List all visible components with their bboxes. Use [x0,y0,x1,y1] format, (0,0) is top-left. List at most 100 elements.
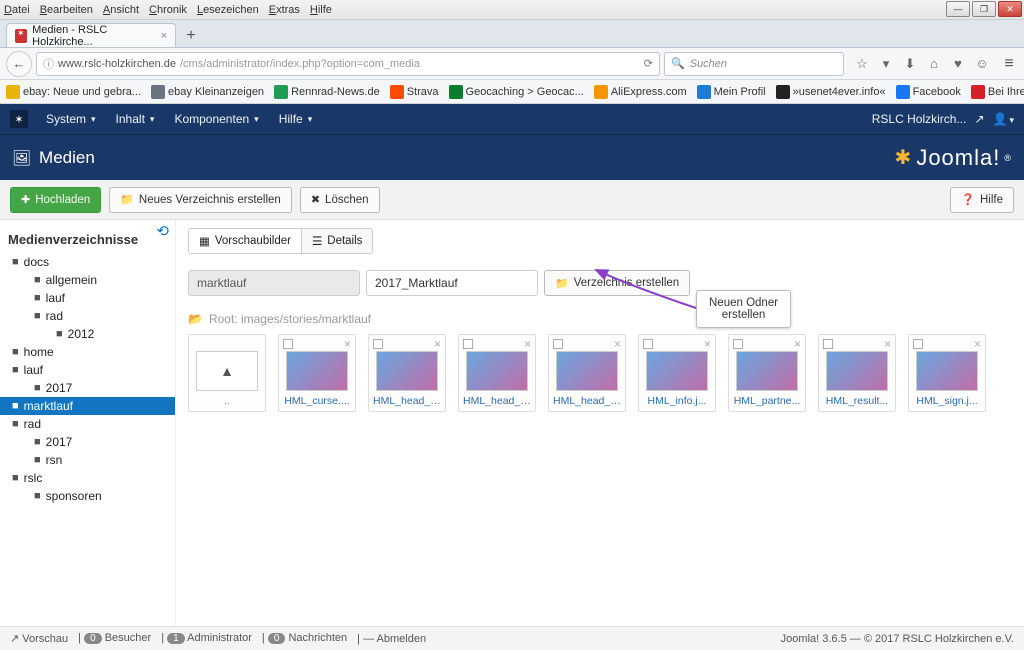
tree-node[interactable]: ■2017 [0,433,175,451]
view-details-tab[interactable]: ☰Details [302,229,372,253]
url-bar[interactable]: ⓘ www.rslc-holzkirchen.de/cms/administra… [36,52,660,76]
browser-search-input[interactable]: 🔍 Suchen [664,52,844,76]
thumb-checkbox[interactable] [913,339,923,349]
bookmark-item[interactable]: ebay Kleinanzeigen [151,85,264,99]
thumb-delete-icon[interactable]: × [794,337,801,351]
bookmark-item[interactable]: AliExpress.com [594,85,687,99]
bookmark-item[interactable]: ebay: Neue und gebra... [6,85,141,99]
upload-button[interactable]: ✚Hochladen [10,187,101,213]
tree-node[interactable]: ■marktlauf [0,397,175,415]
media-thumbnail[interactable]: ×HML_head_3... [548,334,626,412]
menu-system[interactable]: System [38,112,104,126]
download-icon[interactable]: ⬇ [902,56,918,72]
site-name[interactable]: RSLC Holzkirch... [872,112,967,126]
media-thumbnail[interactable]: ×HML_result... [818,334,896,412]
external-link-icon[interactable]: ↗ [974,112,984,126]
thumb-checkbox[interactable] [283,339,293,349]
media-thumbnail[interactable]: ×HML_curse.... [278,334,356,412]
joomla-logo-icon[interactable]: ✶ [10,110,28,128]
view-thumbnails-tab[interactable]: ▦Vorschaubilder [189,229,302,253]
tree-node[interactable]: ■rad [0,415,175,433]
thumb-caption: HML_head_1... [373,395,441,407]
menu-bearbeiten[interactable]: Bearbeiten [40,4,93,16]
new-folder-button[interactable]: 📁Neues Verzeichnis erstellen [109,187,292,213]
hamburger-menu-button[interactable]: ≡ [1000,55,1018,73]
thumb-checkbox[interactable] [553,339,563,349]
menu-ansicht[interactable]: Ansicht [103,4,139,16]
home-icon[interactable]: ⌂ [926,56,942,72]
tree-node[interactable]: ■rsn [0,451,175,469]
search-placeholder: Suchen [690,58,727,70]
tree-node[interactable]: ■lauf [0,289,175,307]
url-domain: www.rslc-holzkirchen.de [58,58,176,70]
browser-tab[interactable]: Medien - RSLC Holzkirche... × [6,23,176,47]
logout-link[interactable]: | — Abmelden [357,633,426,645]
media-thumbnail[interactable]: ×HML_partne... [728,334,806,412]
joomla-top-menu: ✶ System Inhalt Komponenten Hilfe RSLC H… [0,104,1024,134]
bookmark-item[interactable]: Strava [390,85,439,99]
bookmark-item[interactable]: Facebook [896,85,961,99]
preview-link[interactable]: ↗ Vorschau [10,632,68,645]
addons-icon[interactable]: ☺ [974,56,990,72]
menu-lesezeichen[interactable]: Lesezeichen [197,4,259,16]
thumb-delete-icon[interactable]: × [884,337,891,351]
help-button[interactable]: ❓Hilfe [950,187,1014,213]
up-folder-item[interactable]: ▲.. [188,334,266,412]
folder-icon: ■ [12,256,19,268]
new-folder-input[interactable] [366,270,538,296]
thumb-delete-icon[interactable]: × [704,337,711,351]
bookmark-item[interactable]: Mein Profil [697,85,766,99]
joomla-favicon-icon [15,29,27,43]
thumb-delete-icon[interactable]: × [344,337,351,351]
window-minimize-button[interactable]: — [946,1,970,17]
tab-close-icon[interactable]: × [161,30,167,42]
menu-datei[interactable]: Datei [4,4,30,16]
window-close-button[interactable]: ✕ [998,1,1022,17]
media-thumbnail[interactable]: ×HML_head_2... [458,334,536,412]
menu-hilfe[interactable]: Hilfe [310,4,332,16]
thumb-checkbox[interactable] [373,339,383,349]
tree-node[interactable]: ■docs [0,253,175,271]
thumb-delete-icon[interactable]: × [524,337,531,351]
menu-komponenten[interactable]: Komponenten [166,112,266,126]
new-tab-button[interactable]: + [180,25,202,47]
tree-node[interactable]: ■sponsoren [0,487,175,505]
tree-node[interactable]: ■rad [0,307,175,325]
thumb-delete-icon[interactable]: × [434,337,441,351]
bookmark-item[interactable]: Geocaching > Geocac... [449,85,584,99]
tree-node[interactable]: ■lauf [0,361,175,379]
user-menu[interactable]: 👤 [993,112,1014,126]
media-thumbnail[interactable]: ×HML_sign.j... [908,334,986,412]
tree-node[interactable]: ■2012 [0,325,175,343]
reload-icon[interactable]: ⟳ [644,57,653,70]
tree-node[interactable]: ■2017 [0,379,175,397]
menu-hilfe[interactable]: Hilfe [271,112,321,126]
thumb-checkbox[interactable] [823,339,833,349]
bookmark-item[interactable]: »usenet4ever.info« [776,85,886,99]
thumb-checkbox[interactable] [733,339,743,349]
pocket-icon[interactable]: ▾ [878,56,894,72]
thumb-delete-icon[interactable]: × [614,337,621,351]
star-icon[interactable]: ☆ [854,56,870,72]
collapse-sidebar-icon[interactable]: ⟲ [156,222,169,240]
menu-extras[interactable]: Extras [269,4,300,16]
thumb-checkbox[interactable] [463,339,473,349]
create-folder-button[interactable]: 📁Verzeichnis erstellen [544,270,690,296]
thumb-delete-icon[interactable]: × [974,337,981,351]
media-thumbnail[interactable]: ×HML_info.j... [638,334,716,412]
delete-button[interactable]: ✖Löschen [300,187,380,213]
browser-tabstrip: Medien - RSLC Holzkirche... × + [0,20,1024,48]
folder-open-icon: 📂 [188,312,203,326]
window-maximize-button[interactable]: ❐ [972,1,996,17]
menu-inhalt[interactable]: Inhalt [108,112,163,126]
tree-node[interactable]: ■rslc [0,469,175,487]
tree-node[interactable]: ■home [0,343,175,361]
media-thumbnail[interactable]: × HML_head_1... [368,334,446,412]
bookmark-item[interactable]: Rennrad-News.de [274,85,380,99]
tree-node[interactable]: ■allgemein [0,271,175,289]
bookmark-item[interactable]: Bei Ihrem Konto anme... [971,85,1024,99]
thumb-checkbox[interactable] [643,339,653,349]
menu-chronik[interactable]: Chronik [149,4,187,16]
sync-icon[interactable]: ♥ [950,56,966,72]
back-button[interactable]: ← [6,51,32,77]
